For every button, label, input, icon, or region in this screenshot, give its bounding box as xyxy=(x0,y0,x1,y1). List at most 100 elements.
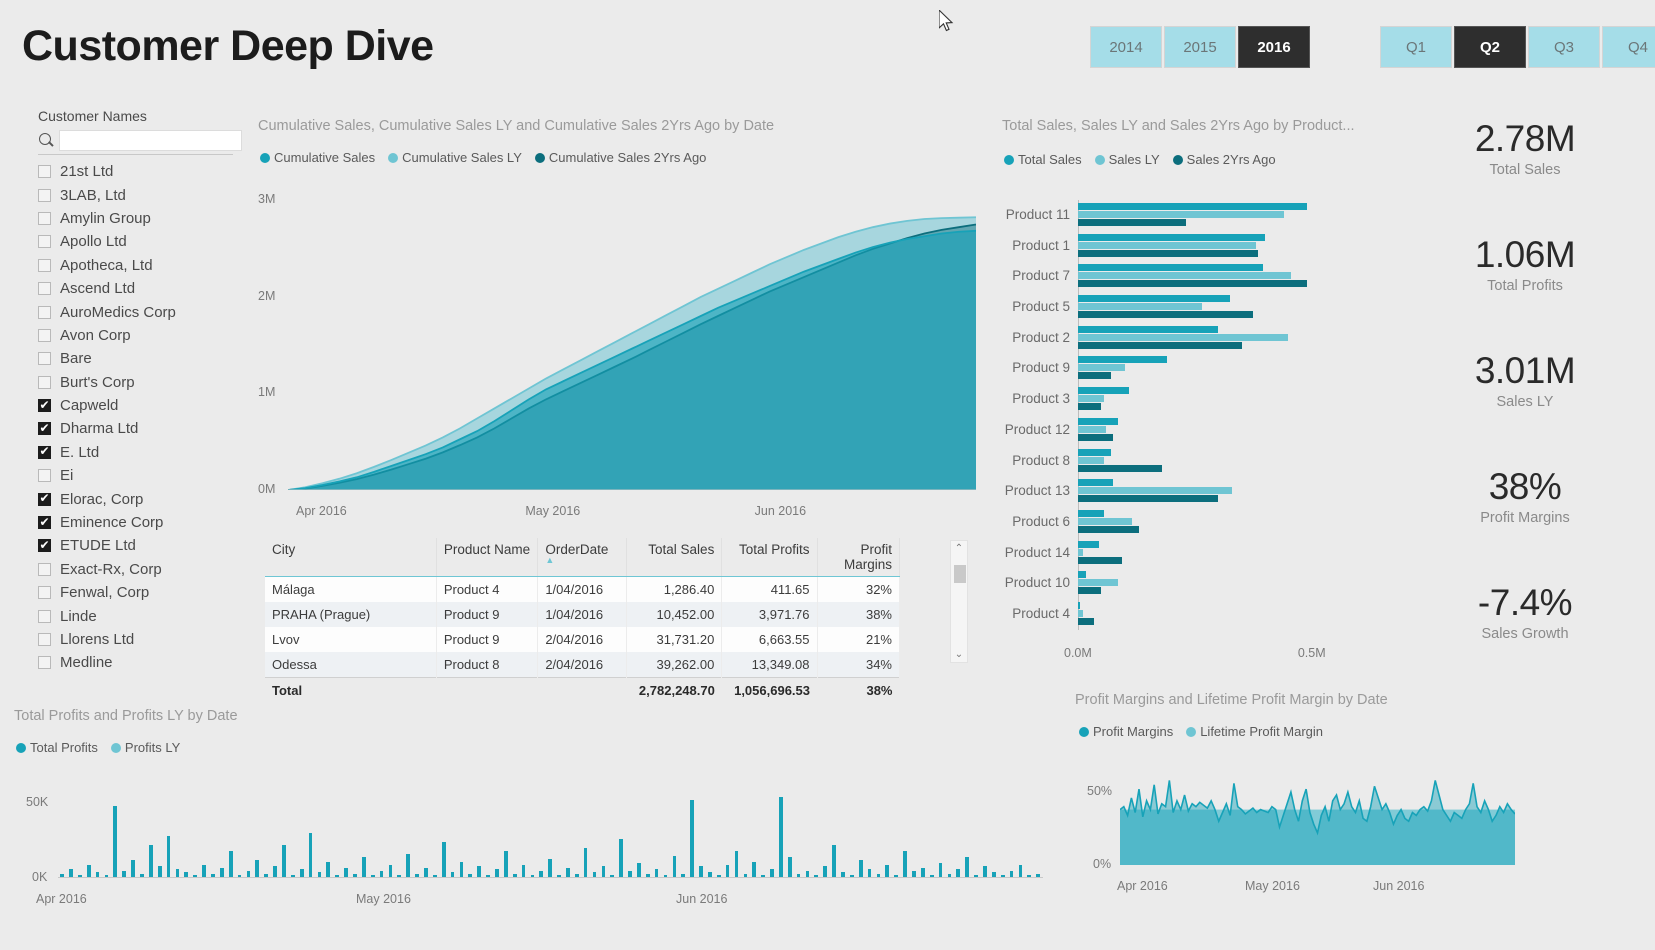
product-bar[interactable] xyxy=(1078,341,1242,349)
profit-bar[interactable] xyxy=(326,861,331,878)
customer-list-item[interactable]: Linde xyxy=(38,604,233,627)
product-bar[interactable] xyxy=(1078,487,1233,495)
profit-bar[interactable] xyxy=(752,861,757,878)
scroll-up-icon[interactable]: ⌃ xyxy=(955,543,963,554)
profit-bar[interactable] xyxy=(779,797,783,878)
checkbox-icon[interactable] xyxy=(38,165,51,179)
product-bar[interactable] xyxy=(1078,372,1111,380)
product-bar[interactable] xyxy=(1078,272,1291,280)
profit-bar[interactable] xyxy=(388,864,393,878)
legend-item[interactable]: Lifetime Profit Margin xyxy=(1186,724,1323,739)
customer-list-item[interactable]: Fenwal, Corp xyxy=(38,581,233,604)
customer-list-item[interactable]: Ascend Ltd xyxy=(38,277,233,300)
product-bar-group[interactable]: Product 5 xyxy=(1012,292,1378,323)
checkbox-icon[interactable] xyxy=(38,328,51,342)
checkbox-icon[interactable] xyxy=(38,188,51,202)
product-bar-group[interactable]: Product 14 xyxy=(1005,538,1378,569)
profit-bar[interactable] xyxy=(858,860,863,878)
profit-bar[interactable] xyxy=(255,860,260,878)
checkbox-icon[interactable] xyxy=(38,469,51,483)
table-row[interactable]: PRAHA (Prague) Product 9 1/04/2016 10,452.0… xyxy=(265,602,900,627)
profit-bar[interactable] xyxy=(228,851,233,878)
profit-bar[interactable] xyxy=(361,857,366,878)
table-row[interactable]: Lvov Product 9 2/04/2016 31,731.20 6,663.55 2… xyxy=(265,627,900,652)
product-bar[interactable] xyxy=(1078,517,1132,525)
checkbox-icon[interactable] xyxy=(38,421,51,436)
product-bar-group[interactable]: Product 7 xyxy=(1012,261,1378,292)
checkbox-icon[interactable] xyxy=(38,375,51,389)
product-bar[interactable] xyxy=(1078,601,1081,609)
product-bar-group[interactable]: Product 11 xyxy=(1006,200,1378,231)
checkbox-icon[interactable] xyxy=(38,352,51,366)
product-bar[interactable] xyxy=(1078,264,1263,272)
profit-bar[interactable] xyxy=(672,855,677,878)
product-bar[interactable] xyxy=(1078,425,1107,433)
product-bar[interactable] xyxy=(1078,203,1308,210)
profit-bar[interactable] xyxy=(166,836,171,878)
quarter-option-q4[interactable]: Q4 xyxy=(1602,26,1655,68)
checkbox-icon[interactable] xyxy=(38,282,51,296)
product-bar[interactable] xyxy=(1078,495,1219,503)
customer-list-item[interactable]: Avon Corp xyxy=(38,324,233,347)
year-option-2014[interactable]: 2014 xyxy=(1090,26,1162,68)
table-column-header[interactable]: Total Sales xyxy=(626,538,723,577)
customer-list-item[interactable]: Llorens Ltd xyxy=(38,628,233,651)
product-bar-group[interactable]: Product 13 xyxy=(1005,476,1378,507)
product-bar[interactable] xyxy=(1078,303,1202,311)
product-bar[interactable] xyxy=(1078,571,1087,579)
customer-list-item[interactable]: Exact-Rx, Corp xyxy=(38,558,233,581)
year-option-2016[interactable]: 2016 xyxy=(1238,26,1310,68)
legend-item[interactable]: Total Sales xyxy=(1004,152,1082,167)
customer-list-item[interactable]: Apotheca, Ltd xyxy=(38,254,233,277)
checkbox-icon[interactable] xyxy=(38,656,51,670)
legend-item[interactable]: Sales 2Yrs Ago xyxy=(1172,152,1276,167)
profit-bar[interactable] xyxy=(282,845,286,878)
table-scrollbar[interactable]: ⌃ ⌄ xyxy=(950,540,968,663)
customer-search[interactable] xyxy=(38,130,242,155)
product-bar[interactable] xyxy=(1078,295,1231,303)
customer-list-item[interactable]: Amylin Group xyxy=(38,207,233,230)
product-bar[interactable] xyxy=(1078,333,1289,341)
product-bar[interactable] xyxy=(1078,241,1256,249)
product-bar[interactable] xyxy=(1078,219,1186,226)
scrollbar-thumb[interactable] xyxy=(954,565,966,583)
customer-list-item[interactable]: Elorac, Corp xyxy=(38,487,233,510)
legend-item[interactable]: Cumulative Sales xyxy=(260,150,375,165)
profit-bar[interactable] xyxy=(690,800,694,878)
customer-list-item[interactable]: Bare xyxy=(38,347,233,370)
checkbox-icon[interactable] xyxy=(38,211,51,225)
product-bar[interactable] xyxy=(1078,387,1130,395)
product-bar[interactable] xyxy=(1078,548,1083,556)
product-bar[interactable] xyxy=(1078,356,1167,364)
product-bar-group[interactable]: Product 8 xyxy=(1012,446,1378,477)
customer-list-item[interactable]: AuroMedics Corp xyxy=(38,300,233,323)
table-column-header[interactable]: Profit Margins xyxy=(817,538,900,577)
details-table[interactable]: City Product Name OrderDate ▲ Total Sales Tot… xyxy=(265,538,900,703)
checkbox-icon[interactable] xyxy=(38,258,51,272)
customer-list-item[interactable]: ETUDE Ltd xyxy=(38,534,233,557)
product-bar-group[interactable]: Product 1 xyxy=(1012,231,1378,262)
product-bar[interactable] xyxy=(1078,464,1163,472)
customer-list-item[interactable]: Eminence Corp xyxy=(38,511,233,534)
product-bar[interactable] xyxy=(1078,249,1259,257)
legend-item[interactable]: Cumulative Sales LY xyxy=(388,150,522,165)
checkbox-icon[interactable] xyxy=(38,538,51,553)
product-bar[interactable] xyxy=(1078,540,1100,548)
product-bar[interactable] xyxy=(1078,325,1219,333)
checkbox-icon[interactable] xyxy=(38,586,51,600)
profit-bar[interactable] xyxy=(148,845,153,878)
profit-bar[interactable] xyxy=(503,851,508,878)
product-bar[interactable] xyxy=(1078,617,1095,625)
profit-bar[interactable] xyxy=(521,864,526,878)
profit-bar[interactable] xyxy=(787,857,792,878)
quarter-option-q3[interactable]: Q3 xyxy=(1528,26,1600,68)
customer-list-item[interactable]: Medline xyxy=(38,651,233,674)
product-bar[interactable] xyxy=(1078,280,1308,288)
table-row[interactable]: Málaga Product 4 1/04/2016 1,286.40 411.65 32… xyxy=(265,576,900,602)
checkbox-icon[interactable] xyxy=(38,444,51,459)
profit-bar[interactable] xyxy=(308,833,313,878)
quarter-slicer[interactable]: Q1 Q2 Q3 Q4 xyxy=(1380,26,1655,68)
profit-bar[interactable] xyxy=(903,851,907,878)
year-option-2015[interactable]: 2015 xyxy=(1164,26,1236,68)
profit-bar[interactable] xyxy=(202,864,206,878)
